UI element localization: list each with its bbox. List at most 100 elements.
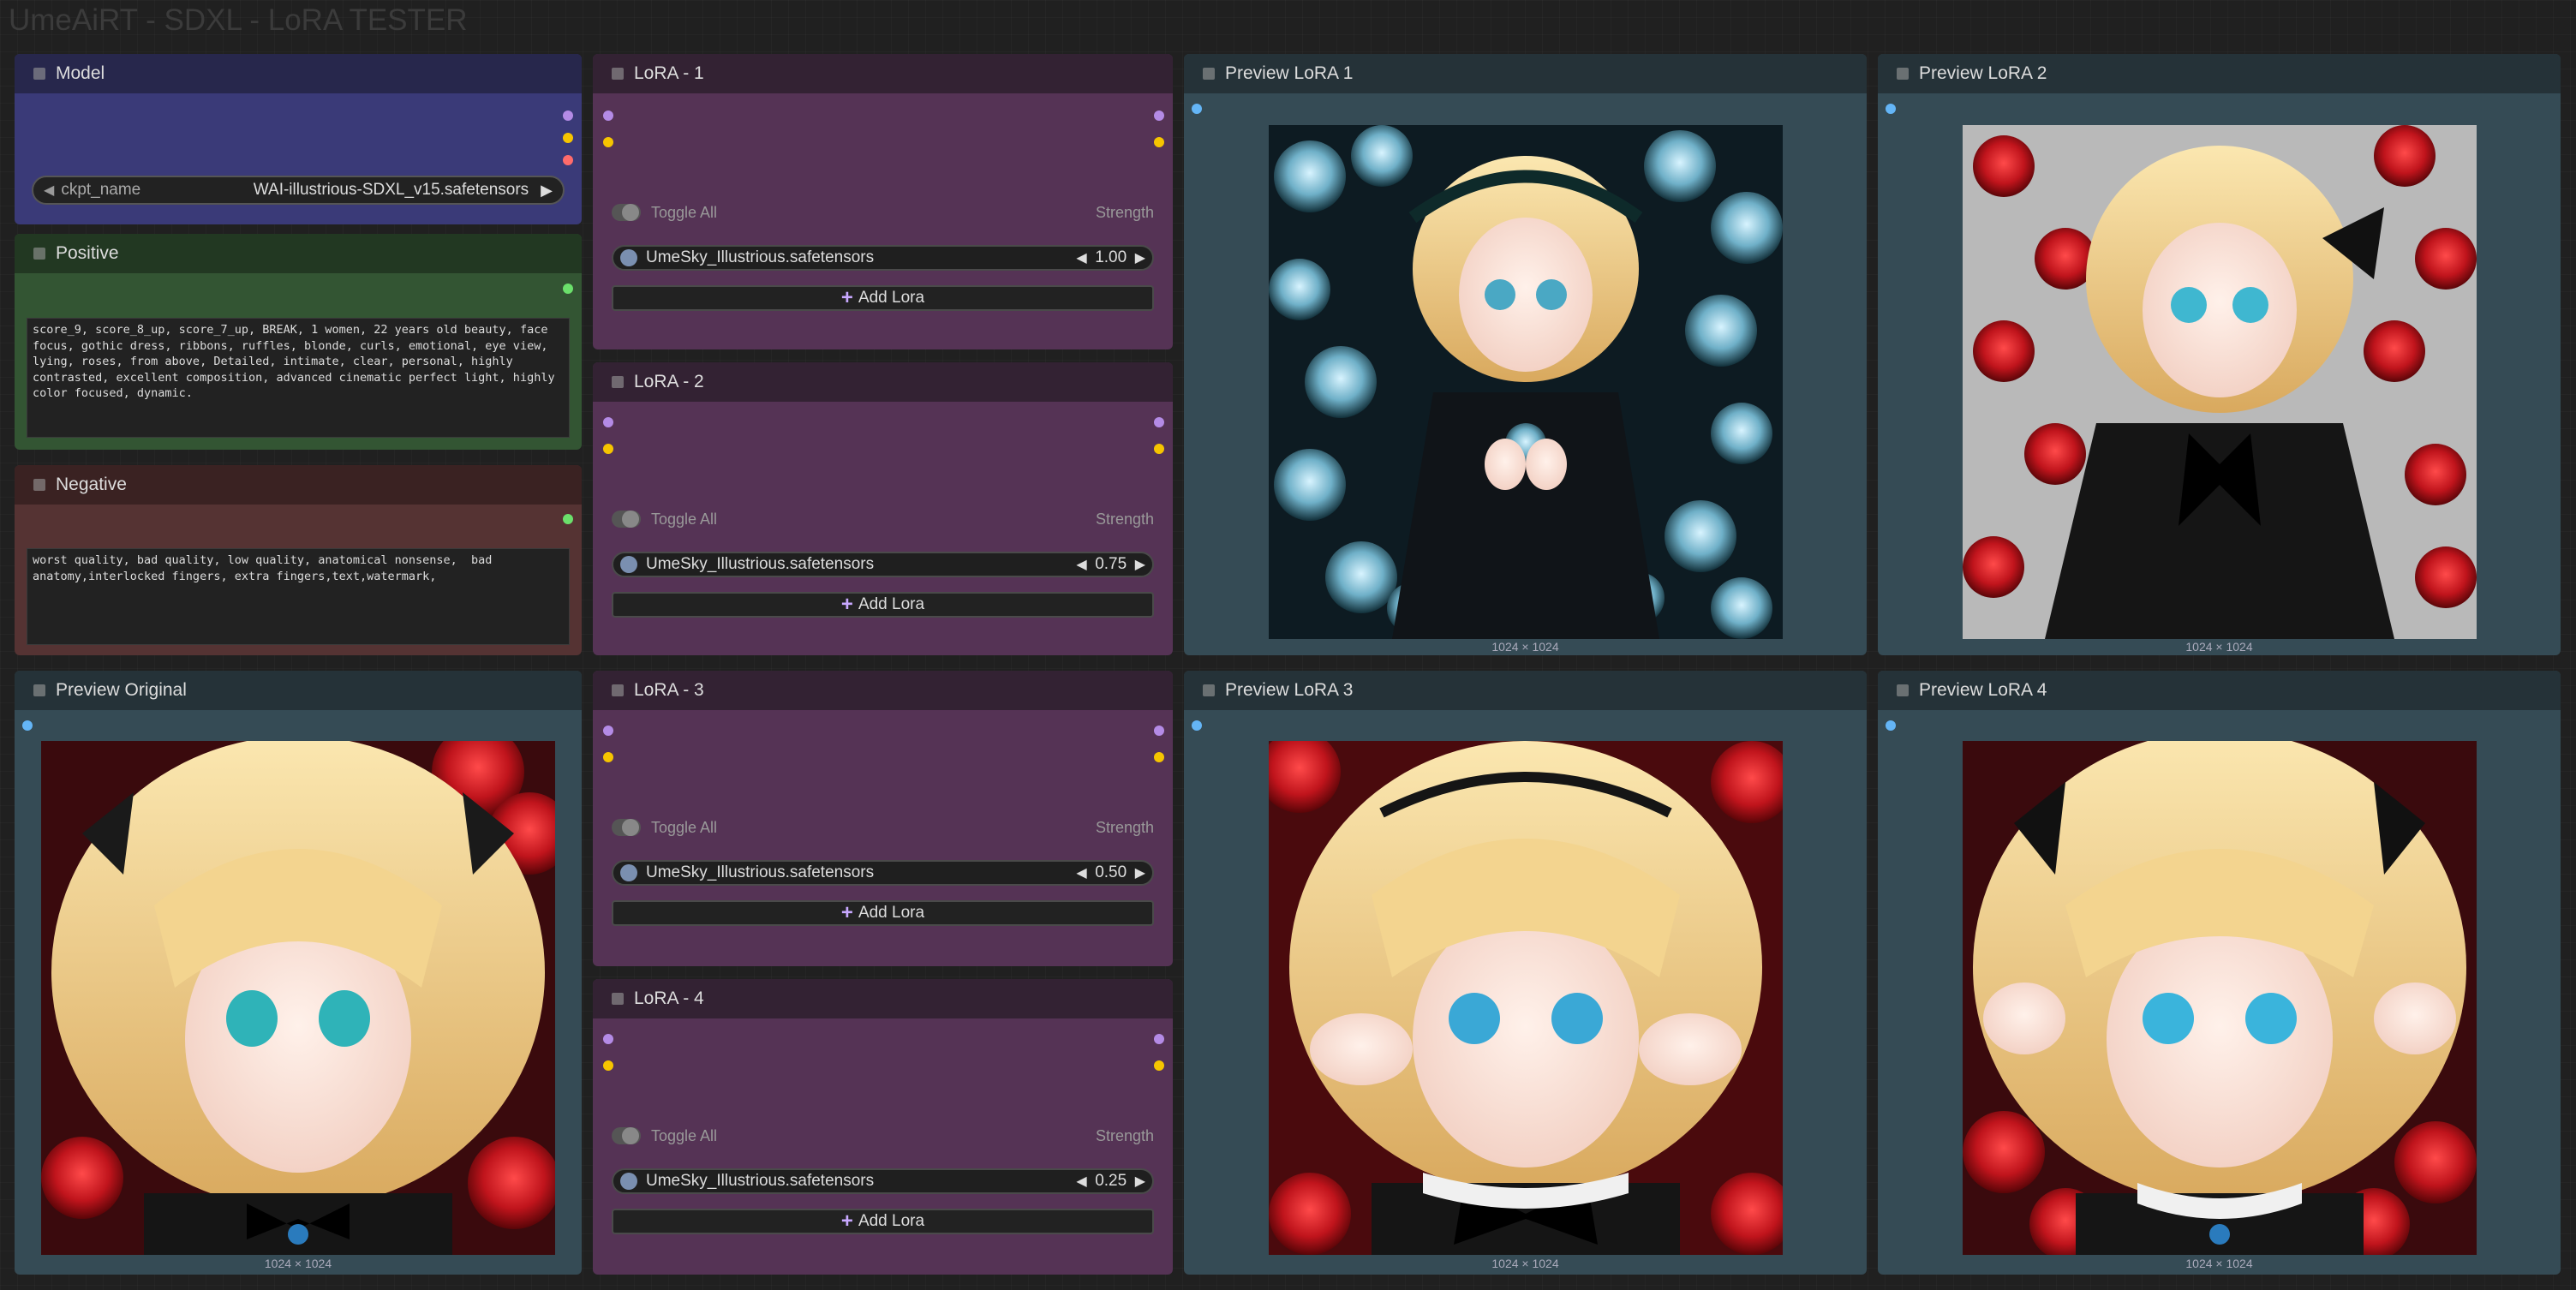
collapse-icon[interactable] [1203, 684, 1215, 696]
collapse-icon[interactable] [612, 68, 624, 80]
model-output-dot[interactable] [563, 110, 573, 121]
lora-entry-row[interactable]: UmeSky_Illustrious.safetensors ◀ 1.00 ▶ [612, 245, 1154, 271]
combo-prev-icon[interactable]: ◀ [44, 182, 54, 199]
lora-strength-value[interactable]: 1.00 [1094, 248, 1128, 267]
lora-entry-row[interactable]: UmeSky_Illustrious.safetensors ◀ 0.75 ▶ [612, 552, 1154, 577]
toggle-all-row[interactable]: Toggle All Strength [612, 815, 1154, 839]
lora-file-name[interactable]: UmeSky_Illustrious.safetensors [646, 555, 1069, 574]
collapse-icon[interactable] [1897, 684, 1909, 696]
lora-entry-row[interactable]: UmeSky_Illustrious.safetensors ◀ 0.50 ▶ [612, 860, 1154, 886]
strength-decrease-icon[interactable]: ◀ [1069, 1173, 1093, 1190]
add-lora-button[interactable]: + Add Lora [612, 285, 1154, 311]
toggle-all-switch[interactable] [612, 819, 641, 836]
collapse-icon[interactable] [33, 479, 45, 491]
lora-file-name[interactable]: UmeSky_Illustrious.safetensors [646, 863, 1069, 882]
collapse-icon[interactable] [612, 993, 624, 1005]
collapse-icon[interactable] [33, 68, 45, 80]
lora-node-header[interactable]: LoRA - 4 [593, 979, 1173, 1018]
model-output-dot[interactable] [1154, 417, 1164, 427]
clip-input-dot[interactable] [603, 752, 613, 762]
image-input-dot[interactable] [22, 720, 33, 731]
collapse-icon[interactable] [33, 248, 45, 260]
negative-node[interactable]: Negative worst quality, bad quality, low… [15, 465, 582, 655]
positive-prompt-textarea[interactable]: score_9, score_8_up, score_7_up, BREAK, … [27, 318, 570, 438]
conditioning-output-dot[interactable] [563, 284, 573, 294]
clip-output-dot[interactable] [563, 133, 573, 143]
clip-output-dot[interactable] [1154, 752, 1164, 762]
clip-output-dot[interactable] [1154, 444, 1164, 454]
model-output-dot[interactable] [1154, 110, 1164, 121]
lora-node-4[interactable]: LoRA - 4 Toggle All Strength UmeSky_Illu… [593, 979, 1173, 1275]
toggle-all-switch[interactable] [612, 511, 641, 528]
preview-lora1-node[interactable]: Preview LoRA 1 1024 × 1024 [1184, 54, 1867, 655]
model-input-dot[interactable] [603, 726, 613, 736]
lora-node-2[interactable]: LoRA - 2 Toggle All Strength UmeSky_Illu… [593, 362, 1173, 655]
lora-strength-value[interactable]: 0.25 [1094, 1172, 1128, 1191]
lora-enable-toggle[interactable] [620, 864, 637, 881]
preview-node-header[interactable]: Preview LoRA 2 [1878, 54, 2561, 93]
strength-increase-icon[interactable]: ▶ [1128, 1173, 1152, 1190]
strength-increase-icon[interactable]: ▶ [1128, 249, 1152, 266]
image-input-dot[interactable] [1192, 104, 1202, 114]
preview-image[interactable] [1963, 125, 2477, 639]
lora-file-name[interactable]: UmeSky_Illustrious.safetensors [646, 248, 1069, 267]
add-lora-button[interactable]: + Add Lora [612, 900, 1154, 926]
lora-entry-row[interactable]: UmeSky_Illustrious.safetensors ◀ 0.25 ▶ [612, 1168, 1154, 1194]
strength-increase-icon[interactable]: ▶ [1128, 556, 1152, 573]
preview-image[interactable] [1269, 741, 1783, 1255]
positive-node[interactable]: Positive score_9, score_8_up, score_7_up… [15, 234, 582, 450]
clip-input-dot[interactable] [603, 1060, 613, 1071]
lora-enable-toggle[interactable] [620, 556, 637, 573]
negative-prompt-textarea[interactable]: worst quality, bad quality, low quality,… [27, 548, 570, 645]
lora-file-name[interactable]: UmeSky_Illustrious.safetensors [646, 1172, 1069, 1191]
toggle-all-row[interactable]: Toggle All Strength [612, 507, 1154, 531]
combo-next-icon[interactable]: ▶ [541, 182, 553, 200]
image-input-dot[interactable] [1886, 720, 1896, 731]
preview-original-node[interactable]: Preview Original 1024 × 1024 [15, 671, 582, 1275]
lora-node-header[interactable]: LoRA - 3 [593, 671, 1173, 710]
clip-input-dot[interactable] [603, 444, 613, 454]
preview-node-header[interactable]: Preview Original [15, 671, 582, 710]
collapse-icon[interactable] [612, 376, 624, 388]
strength-increase-icon[interactable]: ▶ [1128, 864, 1152, 881]
lora-enable-toggle[interactable] [620, 249, 637, 266]
collapse-icon[interactable] [612, 684, 624, 696]
clip-input-dot[interactable] [603, 137, 613, 147]
collapse-icon[interactable] [1897, 68, 1909, 80]
lora-node-header[interactable]: LoRA - 1 [593, 54, 1173, 93]
preview-node-header[interactable]: Preview LoRA 1 [1184, 54, 1867, 93]
strength-decrease-icon[interactable]: ◀ [1069, 556, 1093, 573]
collapse-icon[interactable] [1203, 68, 1215, 80]
clip-output-dot[interactable] [1154, 137, 1164, 147]
model-input-dot[interactable] [603, 1034, 613, 1044]
preview-lora3-node[interactable]: Preview LoRA 3 1024 × 1024 [1184, 671, 1867, 1275]
strength-decrease-icon[interactable]: ◀ [1069, 249, 1093, 266]
clip-output-dot[interactable] [1154, 1060, 1164, 1071]
toggle-all-row[interactable]: Toggle All Strength [612, 200, 1154, 224]
toggle-all-switch[interactable] [612, 204, 641, 221]
model-input-dot[interactable] [603, 110, 613, 121]
lora-node-3[interactable]: LoRA - 3 Toggle All Strength UmeSky_Illu… [593, 671, 1173, 966]
model-node-header[interactable]: Model [15, 54, 582, 93]
preview-lora2-node[interactable]: Preview LoRA 2 1024 × 1024 [1878, 54, 2561, 655]
model-output-dot[interactable] [1154, 1034, 1164, 1044]
lora-node-header[interactable]: LoRA - 2 [593, 362, 1173, 402]
preview-image[interactable] [1963, 741, 2477, 1255]
negative-node-header[interactable]: Negative [15, 465, 582, 505]
preview-lora4-node[interactable]: Preview LoRA 4 1024 × 1024 [1878, 671, 2561, 1275]
positive-node-header[interactable]: Positive [15, 234, 582, 273]
lora-enable-toggle[interactable] [620, 1173, 637, 1190]
strength-decrease-icon[interactable]: ◀ [1069, 864, 1093, 881]
preview-image[interactable] [41, 741, 555, 1255]
preview-node-header[interactable]: Preview LoRA 3 [1184, 671, 1867, 710]
toggle-all-row[interactable]: Toggle All Strength [612, 1124, 1154, 1148]
conditioning-output-dot[interactable] [563, 514, 573, 524]
lora-node-1[interactable]: LoRA - 1 Toggle All Strength UmeSky_Illu… [593, 54, 1173, 349]
model-node[interactable]: Model ◀ ckpt_name WAI-illustrious-SDXL_v… [15, 54, 582, 224]
lora-strength-value[interactable]: 0.75 [1094, 555, 1128, 574]
preview-image[interactable] [1269, 125, 1783, 639]
vae-output-dot[interactable] [563, 155, 573, 165]
image-input-dot[interactable] [1886, 104, 1896, 114]
toggle-all-switch[interactable] [612, 1127, 641, 1144]
ckpt-name-combo[interactable]: ◀ ckpt_name WAI-illustrious-SDXL_v15.saf… [32, 176, 565, 205]
